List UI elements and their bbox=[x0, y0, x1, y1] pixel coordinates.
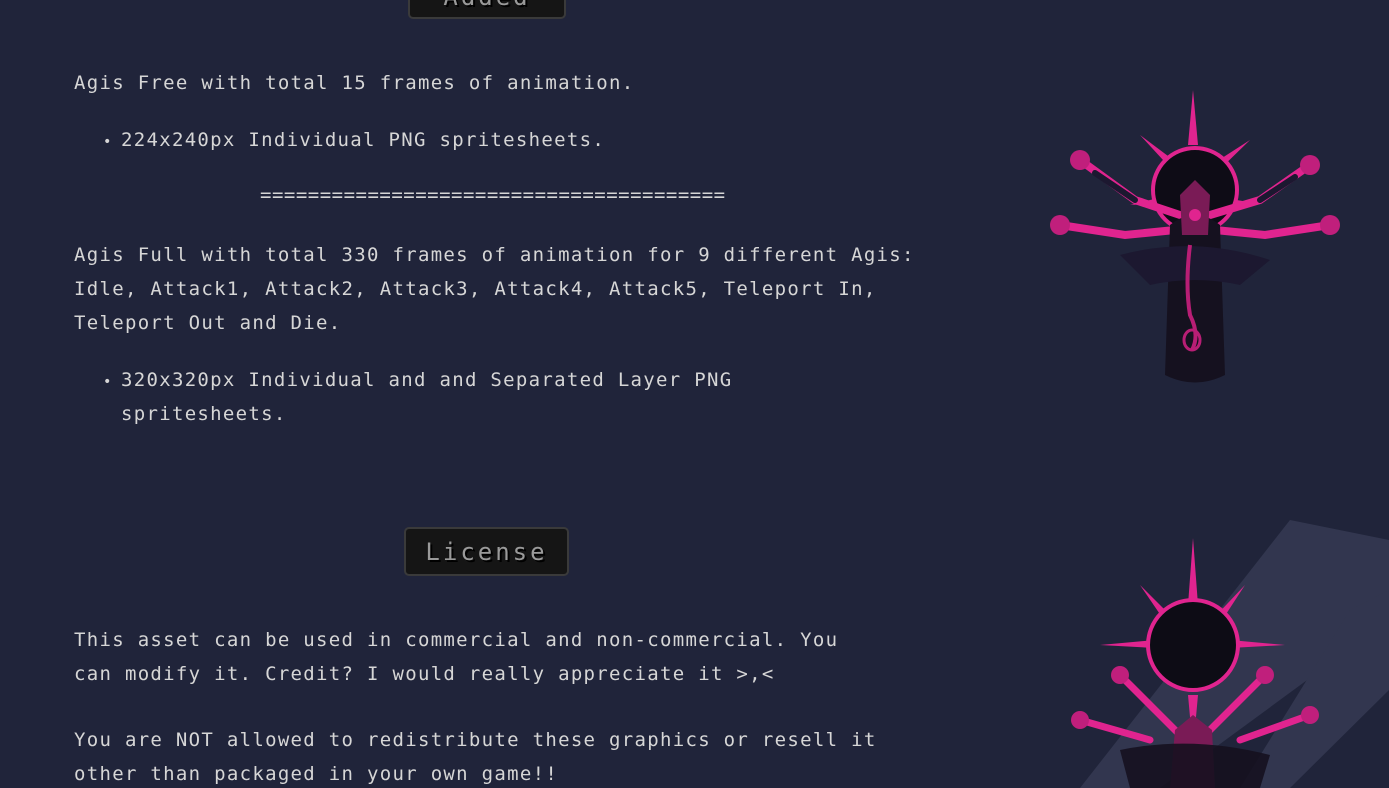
full-intro-line-1: Agis Full with total 330 frames of anima… bbox=[74, 244, 915, 266]
license-para1-line-1: This asset can be used in commercial and… bbox=[74, 629, 839, 651]
full-intro-line-2: Idle, Attack1, Attack2, Attack3, Attack4… bbox=[74, 278, 877, 300]
license-para2-line-1: You are NOT allowed to redistribute thes… bbox=[74, 729, 877, 751]
bullet-dot-icon: • bbox=[103, 374, 113, 390]
full-bullet-item: • 320x320px Individual and and Separated … bbox=[103, 363, 732, 431]
section-header-added: Added bbox=[408, 0, 566, 19]
section-header-label: License bbox=[425, 538, 548, 566]
license-para1-line-2: can modify it. Credit? I would really ap… bbox=[74, 663, 775, 685]
section-header-label: Added bbox=[443, 0, 530, 11]
full-bullet-line-2: spritesheets. bbox=[121, 403, 287, 425]
agis-boss-sprite-image bbox=[1050, 90, 1340, 383]
free-intro: Agis Free with total 15 frames of animat… bbox=[74, 72, 635, 94]
free-bullet-item: • 224x240px Individual PNG spritesheets. bbox=[103, 123, 605, 159]
full-bullet-line-1: 320x320px Individual and and Separated L… bbox=[121, 369, 733, 391]
separator: ======================================= bbox=[260, 184, 726, 206]
full-bullet-text: 320x320px Individual and and Separated L… bbox=[121, 363, 732, 431]
free-bullet-text: 224x240px Individual PNG spritesheets. bbox=[121, 129, 606, 151]
license-para2-line-2: other than packaged in your own game!! bbox=[74, 763, 559, 785]
agis-boss-teleport-sprite-image bbox=[1071, 520, 1389, 788]
bullet-dot-icon: • bbox=[103, 134, 113, 150]
full-intro-line-3: Teleport Out and Die. bbox=[74, 312, 342, 334]
section-header-license: License bbox=[404, 527, 569, 576]
